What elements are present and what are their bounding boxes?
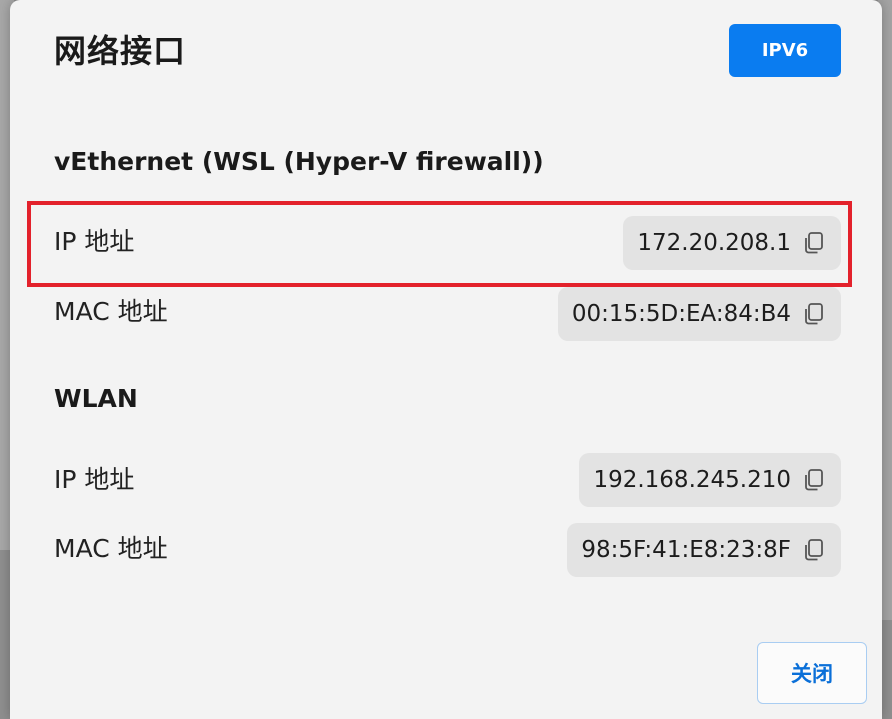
ip-address-label: IP 地址 <box>54 465 135 494</box>
mac-address-value: 00:15:5D:EA:84:B4 <box>571 301 791 327</box>
ip-address-copy-field[interactable]: 172.20.208.1 <box>623 216 841 270</box>
ipv6-button[interactable]: IPV6 <box>729 24 841 77</box>
mac-address-copy-field[interactable]: 00:15:5D:EA:84:B4 <box>557 287 841 341</box>
interface-name: WLAN <box>54 384 138 413</box>
dialog-title: 网络接口 <box>54 32 187 70</box>
copy-icon[interactable] <box>803 231 825 255</box>
copy-icon[interactable] <box>803 468 825 492</box>
mac-address-copy-field[interactable]: 98:5F:41:E8:23:8F <box>567 523 841 577</box>
mac-address-label: MAC 地址 <box>54 297 168 326</box>
ip-address-copy-field[interactable]: 192.168.245.210 <box>579 453 841 507</box>
interface-name: vEthernet (WSL (Hyper-V firewall)) <box>54 147 544 176</box>
network-interfaces-dialog: 网络接口 IPV6 vEthernet (WSL (Hyper-V firewa… <box>10 0 882 719</box>
ip-address-value: 172.20.208.1 <box>637 230 791 256</box>
ip-address-label: IP 地址 <box>54 227 135 256</box>
copy-icon[interactable] <box>803 538 825 562</box>
copy-icon[interactable] <box>803 302 825 326</box>
ip-address-value: 192.168.245.210 <box>593 467 791 493</box>
mac-address-label: MAC 地址 <box>54 534 168 563</box>
close-button[interactable]: 关闭 <box>757 642 867 704</box>
mac-address-value: 98:5F:41:E8:23:8F <box>581 537 791 563</box>
